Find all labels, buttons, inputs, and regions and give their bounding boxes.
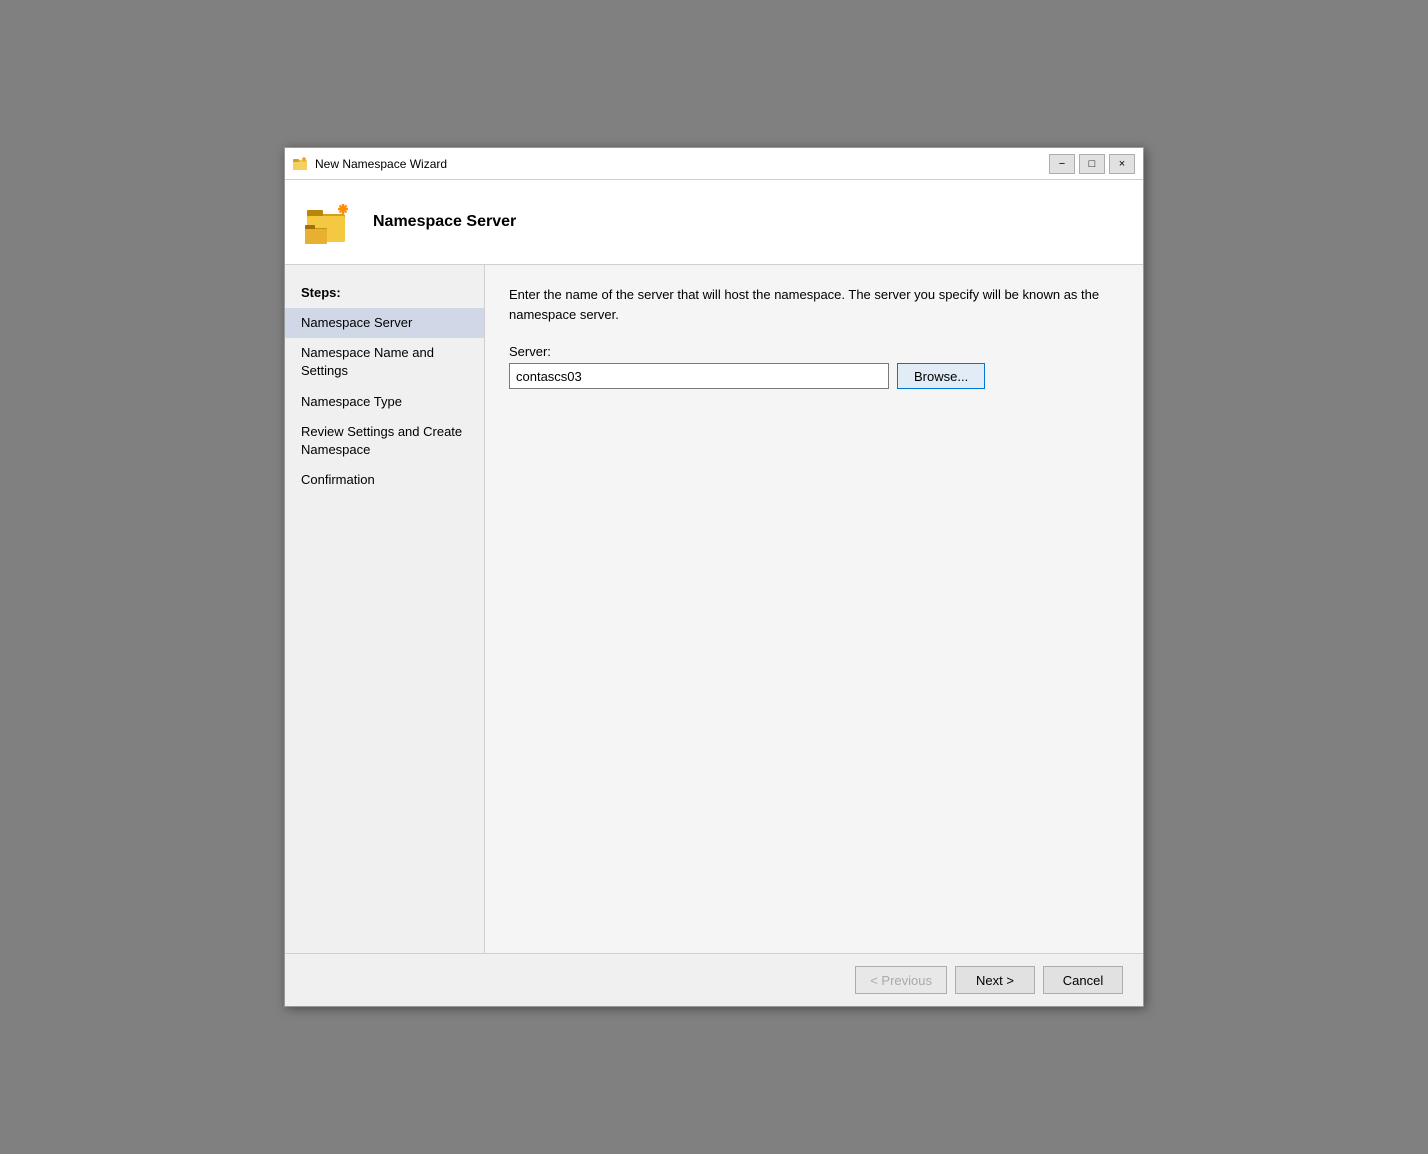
minimize-button[interactable]: − <box>1049 154 1075 174</box>
step-confirmation[interactable]: Confirmation <box>285 465 484 495</box>
wizard-body: Steps: Namespace Server Namespace Name a… <box>285 265 1143 953</box>
window-title: New Namespace Wizard <box>315 157 447 171</box>
maximize-button[interactable]: □ <box>1079 154 1105 174</box>
title-bar-controls: − □ × <box>1049 154 1135 174</box>
title-bar: New Namespace Wizard − □ × <box>285 148 1143 180</box>
step-review-settings[interactable]: Review Settings and Create Namespace <box>285 417 484 465</box>
wizard-window: New Namespace Wizard − □ × Namespace Ser <box>284 147 1144 1007</box>
next-button[interactable]: Next > <box>955 966 1035 994</box>
close-button[interactable]: × <box>1109 154 1135 174</box>
step-namespace-server[interactable]: Namespace Server <box>285 308 484 338</box>
content-description: Enter the name of the server that will h… <box>509 285 1119 324</box>
wizard-footer: < Previous Next > Cancel <box>285 953 1143 1006</box>
server-input-row: Browse... <box>509 363 1119 389</box>
wizard-heading: Namespace Server <box>373 213 516 231</box>
wizard-header-icon <box>305 196 357 248</box>
server-input[interactable] <box>509 363 889 389</box>
content-panel: Enter the name of the server that will h… <box>485 265 1143 953</box>
step-namespace-type[interactable]: Namespace Type <box>285 387 484 417</box>
steps-label: Steps: <box>285 281 484 308</box>
browse-button[interactable]: Browse... <box>897 363 985 389</box>
step-namespace-name-settings[interactable]: Namespace Name and Settings <box>285 338 484 386</box>
wizard-header: Namespace Server <box>285 180 1143 265</box>
titlebar-icon <box>293 156 309 172</box>
steps-panel: Steps: Namespace Server Namespace Name a… <box>285 265 485 953</box>
server-field-label: Server: <box>509 344 1119 359</box>
previous-button[interactable]: < Previous <box>855 966 947 994</box>
title-bar-left: New Namespace Wizard <box>293 156 447 172</box>
cancel-button[interactable]: Cancel <box>1043 966 1123 994</box>
